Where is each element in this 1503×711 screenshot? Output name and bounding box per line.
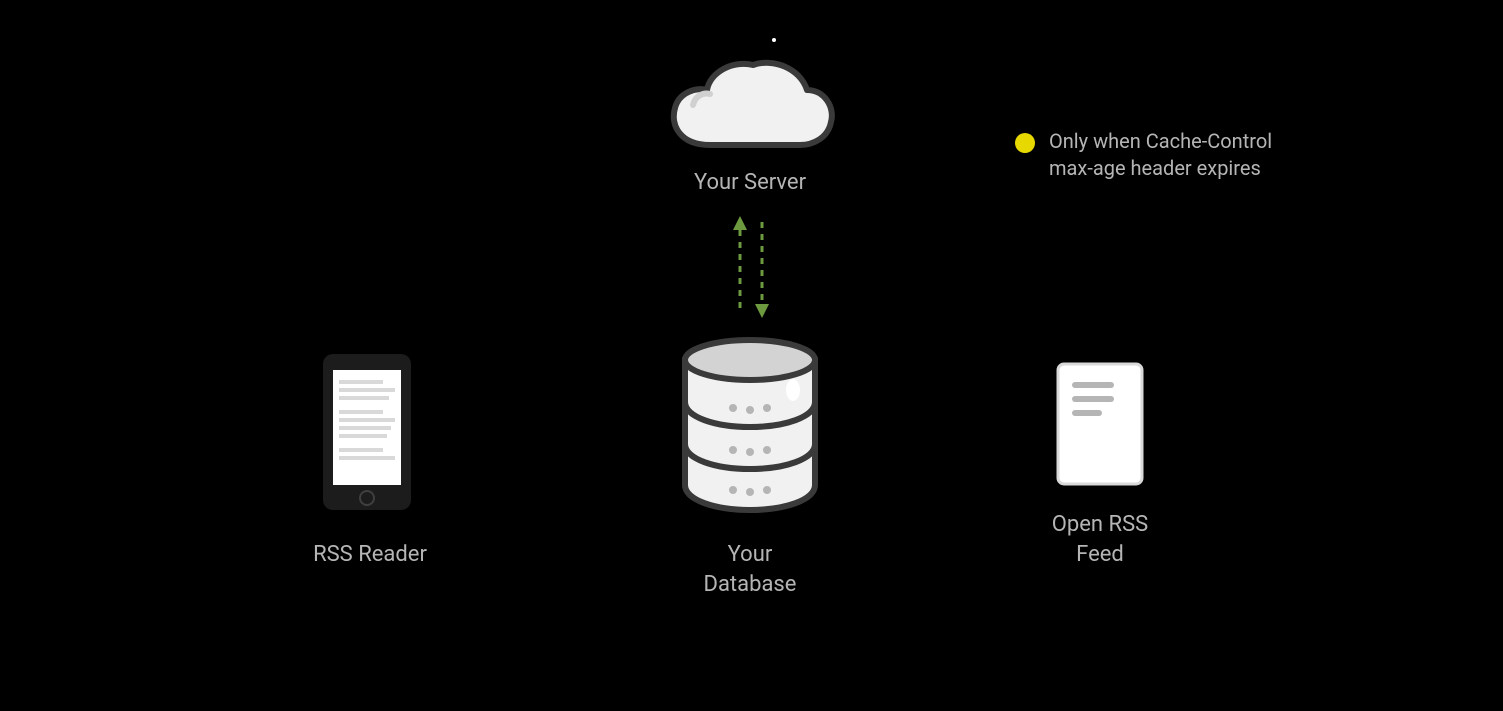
document-icon bbox=[1050, 358, 1150, 497]
legend-dot-icon bbox=[1015, 133, 1035, 153]
database-icon bbox=[665, 330, 835, 524]
phone-icon bbox=[317, 350, 417, 519]
cloud-icon bbox=[655, 50, 845, 174]
arrows-icon bbox=[720, 210, 780, 329]
legend-text: Only when Cache-Control max-age header e… bbox=[1049, 128, 1272, 182]
legend-item: Only when Cache-Control max-age header e… bbox=[1015, 128, 1272, 182]
dot-artifact bbox=[772, 38, 776, 42]
cloud-label: Your Server bbox=[650, 168, 850, 198]
database-label: Your Database bbox=[650, 540, 850, 599]
phone-label: RSS Reader bbox=[260, 540, 480, 570]
document-label: Open RSS Feed bbox=[1000, 510, 1200, 569]
